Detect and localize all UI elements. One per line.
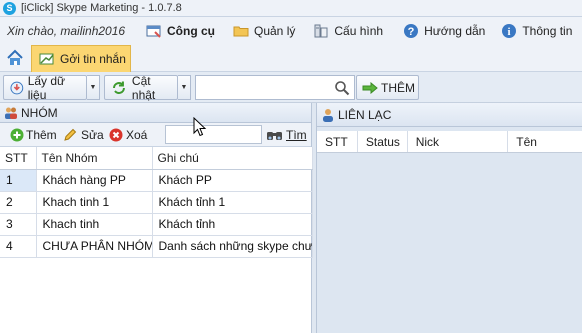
add-group-button[interactable]: Thêm: [10, 127, 57, 143]
row-stt[interactable]: 3: [0, 213, 37, 236]
column-header-status[interactable]: Status: [358, 131, 408, 152]
row-group-name[interactable]: CHƯA PHÂN NHÓM: [36, 235, 153, 258]
refresh-icon: [112, 81, 125, 94]
delete-group-label: Xoá: [126, 128, 148, 142]
groups-table-header: STT Tên Nhóm Ghi chú: [0, 147, 313, 170]
tab-send-message[interactable]: Gởi tin nhắn: [31, 45, 131, 72]
groups-panel-title: NHÓM: [21, 105, 58, 120]
add-icon: [10, 128, 24, 142]
edit-group-button[interactable]: Sửa: [63, 127, 104, 143]
delete-group-button[interactable]: Xoá: [109, 127, 147, 143]
row-note[interactable]: Khách tỉnh 1: [152, 191, 313, 214]
row-group-name[interactable]: Khach tinh 1: [36, 191, 153, 214]
fetch-data-button[interactable]: Lấy dữ liệu: [3, 73, 87, 102]
menu-item-info[interactable]: i Thông tin: [495, 20, 578, 42]
table-row[interactable]: 2 Khach tinh 1 Khách tỉnh 1: [0, 191, 313, 214]
find-group-label: Tìm: [286, 128, 307, 142]
main-toolbar: Lấy dữ liệu ▼ Cật nhật ▼ THÊM: [0, 72, 582, 103]
tools-icon: [146, 23, 162, 39]
title-bar: S [iClick] Skype Marketing - 1.0.7.8: [0, 0, 582, 17]
menu-item-label: Hướng dẫn: [424, 24, 486, 38]
menu-item-config[interactable]: Cấu hình: [307, 20, 389, 42]
add-button[interactable]: THÊM: [356, 75, 419, 100]
update-button[interactable]: Cật nhật: [104, 73, 178, 102]
fetch-data-icon: [10, 81, 24, 94]
config-icon: [313, 23, 329, 39]
contacts-panel: LIÊN LẠC STT Status Nick Tên: [316, 103, 582, 333]
column-header-nick[interactable]: Nick: [408, 131, 509, 152]
column-header-name[interactable]: Tên: [508, 131, 582, 152]
arrow-right-icon: [362, 81, 378, 94]
send-tab-label: Gởi tin nhắn: [60, 52, 126, 66]
update-label: Cật nhật: [131, 73, 156, 102]
binoculars-icon: [267, 132, 282, 140]
groups-panel: NHÓM Thêm Sửa Xoá Tìm STT Tên Nhóm Ghi c…: [0, 103, 313, 333]
column-header-group-name[interactable]: Tên Nhóm: [36, 147, 153, 170]
table-row[interactable]: 4 CHƯA PHÂN NHÓM Danh sách những skype c…: [0, 235, 313, 258]
groups-table: STT Tên Nhóm Ghi chú 1 Khách hàng PP Khá…: [0, 147, 313, 258]
menu-item-label: Công cụ: [167, 24, 215, 38]
column-header-stt[interactable]: STT: [0, 147, 37, 170]
skype-app-icon: S: [3, 1, 16, 15]
pencil-icon: [64, 128, 77, 141]
groups-toolbar: Thêm Sửa Xoá Tìm: [0, 123, 311, 147]
search-icon[interactable]: [334, 80, 350, 96]
mouse-cursor-icon: [193, 117, 207, 137]
greeting-text: Xin chào, mailinh2016: [7, 24, 126, 38]
info-icon: i: [501, 23, 517, 39]
contacts-table-header: STT Status Nick Tên: [317, 131, 582, 153]
menu-item-tools[interactable]: Công cụ: [140, 20, 221, 42]
menu-item-manage[interactable]: Quản lý: [227, 20, 301, 42]
toolbar-search-field[interactable]: [195, 75, 355, 100]
contact-user-icon: [321, 108, 335, 122]
group-search-input[interactable]: [165, 125, 262, 144]
group-users-icon: [4, 106, 18, 120]
home-button[interactable]: [4, 47, 26, 69]
table-row[interactable]: 3 Khach tinh Khách tỉnh: [0, 213, 313, 236]
column-header-stt[interactable]: STT: [317, 131, 358, 152]
row-group-name[interactable]: Khach tinh: [36, 213, 153, 236]
row-note[interactable]: Danh sách những skype chưa: [152, 235, 313, 258]
contacts-panel-header: LIÊN LẠC: [317, 103, 582, 127]
column-header-note[interactable]: Ghi chú: [152, 147, 313, 170]
update-dropdown[interactable]: ▼: [178, 75, 191, 100]
add-label: THÊM: [381, 80, 415, 95]
folder-icon: [233, 23, 249, 39]
menu-item-label: Cấu hình: [334, 24, 384, 38]
app-window: S [iClick] Skype Marketing - 1.0.7.8 Xin…: [0, 0, 582, 333]
help-icon: ?: [403, 23, 419, 39]
row-stt[interactable]: 1: [0, 169, 37, 192]
add-group-label: Thêm: [26, 128, 57, 142]
menu-item-label: Quản lý: [254, 24, 296, 38]
delete-icon: [109, 128, 123, 142]
find-group-button[interactable]: Tìm: [266, 127, 307, 143]
window-title: [iClick] Skype Marketing - 1.0.7.8: [21, 2, 182, 14]
svg-text:?: ?: [408, 26, 415, 38]
row-note[interactable]: Khách tỉnh: [152, 213, 313, 236]
menu-bar: Xin chào, mailinh2016 Công cụ Quản lý Cấ…: [0, 17, 582, 45]
groups-panel-header: NHÓM: [0, 103, 311, 123]
home-icon: [7, 49, 23, 65]
send-message-icon: [39, 52, 55, 66]
row-stt[interactable]: 2: [0, 191, 37, 214]
row-note[interactable]: Khách PP: [152, 169, 313, 192]
row-group-name[interactable]: Khách hàng PP: [36, 169, 153, 192]
contacts-panel-title: LIÊN LẠC: [338, 107, 392, 122]
table-row[interactable]: 1 Khách hàng PP Khách PP: [0, 169, 313, 192]
ribbon-bar: Gởi tin nhắn: [0, 45, 582, 72]
edit-group-label: Sửa: [81, 128, 104, 142]
svg-text:i: i: [508, 26, 511, 38]
fetch-data-label: Lấy dữ liệu: [27, 73, 66, 102]
menu-item-label: Thông tin: [522, 24, 573, 38]
row-stt[interactable]: 4: [0, 235, 37, 258]
menu-item-help[interactable]: ? Hướng dẫn: [397, 20, 491, 42]
fetch-data-dropdown[interactable]: ▼: [87, 75, 100, 100]
